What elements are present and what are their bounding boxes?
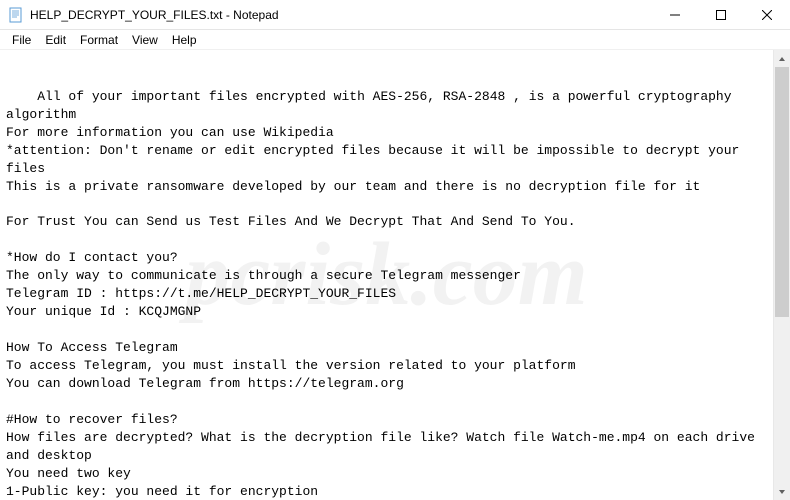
menu-help[interactable]: Help xyxy=(166,32,203,48)
menu-file[interactable]: File xyxy=(6,32,37,48)
maximize-button[interactable] xyxy=(698,0,744,29)
minimize-button[interactable] xyxy=(652,0,698,29)
scroll-track[interactable] xyxy=(774,67,790,483)
window-controls xyxy=(652,0,790,29)
titlebar-left: HELP_DECRYPT_YOUR_FILES.txt - Notepad xyxy=(0,7,279,23)
close-button[interactable] xyxy=(744,0,790,29)
menubar: File Edit Format View Help xyxy=(0,30,790,50)
scroll-thumb[interactable] xyxy=(775,67,789,317)
menu-format[interactable]: Format xyxy=(74,32,124,48)
menu-edit[interactable]: Edit xyxy=(39,32,72,48)
menu-view[interactable]: View xyxy=(126,32,164,48)
document-text: All of your important files encrypted wi… xyxy=(6,89,763,500)
scroll-up-button[interactable] xyxy=(774,50,790,67)
scroll-down-button[interactable] xyxy=(774,483,790,500)
notepad-icon xyxy=(8,7,24,23)
text-editor[interactable]: pcrisk.com All of your important files e… xyxy=(0,50,773,500)
window-title: HELP_DECRYPT_YOUR_FILES.txt - Notepad xyxy=(30,8,279,22)
titlebar: HELP_DECRYPT_YOUR_FILES.txt - Notepad xyxy=(0,0,790,30)
vertical-scrollbar[interactable] xyxy=(773,50,790,500)
content-area: pcrisk.com All of your important files e… xyxy=(0,50,790,500)
